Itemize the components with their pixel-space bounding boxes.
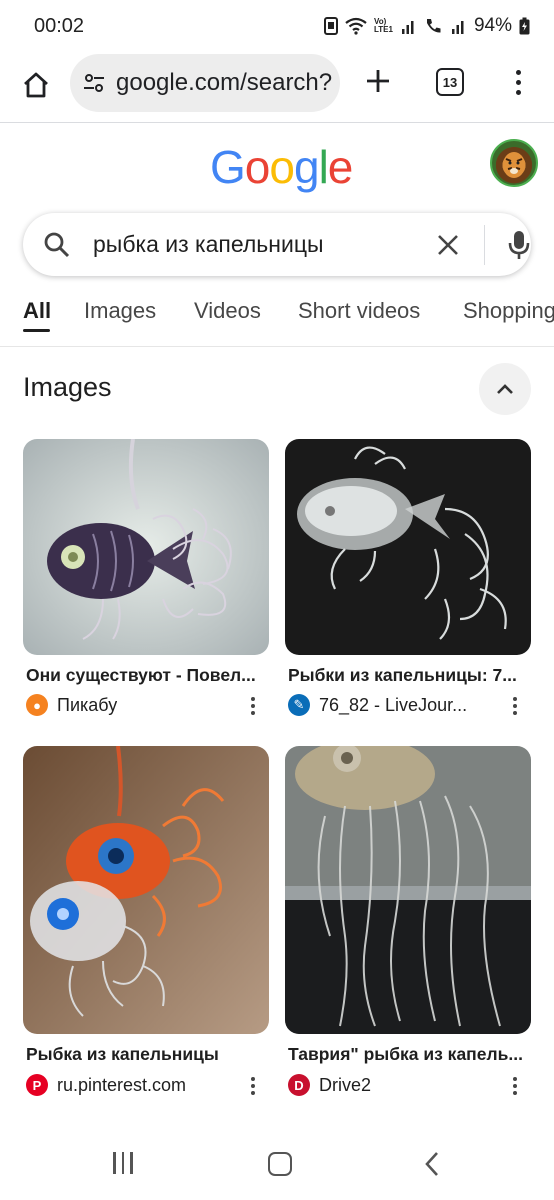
signal-icon-2: [451, 21, 464, 34]
drive2-icon: D: [288, 1074, 310, 1096]
site-settings-icon[interactable]: [82, 71, 106, 95]
address-bar[interactable]: google.com/search?: [70, 54, 340, 112]
more-options-button[interactable]: [505, 1072, 525, 1100]
signal-icon: [401, 21, 414, 34]
recent-apps-button[interactable]: [113, 1152, 137, 1174]
system-navigation-bar: [0, 1130, 554, 1200]
image-result-3[interactable]: Рыбка из капельницы P ru.pinterest.com: [23, 746, 269, 1096]
tab-count: 13: [442, 74, 458, 90]
url-text[interactable]: google.com/search?: [116, 69, 332, 97]
source-name: Пикабу: [57, 694, 118, 715]
source-name: Drive2: [319, 1074, 372, 1095]
logo-letter: o: [269, 141, 295, 193]
back-icon[interactable]: [424, 1150, 440, 1178]
image-result-1[interactable]: Они существуют - Повел... ● Пикабу: [23, 439, 269, 716]
tiger-avatar-image: [503, 152, 525, 178]
network-label: Vo) LTE1: [373, 17, 393, 34]
tab-switcher-button[interactable]: 13: [436, 68, 464, 96]
logo-letter: e: [327, 141, 354, 193]
image-thumbnail[interactable]: [285, 746, 531, 1034]
account-avatar[interactable]: [490, 139, 538, 187]
search-box: [23, 213, 531, 276]
logo-letter: g: [293, 141, 320, 193]
more-options-button[interactable]: [243, 692, 263, 720]
logo-letter: o: [244, 141, 271, 193]
status-bar: 00:02 Vo) LTE1 94%: [0, 0, 554, 52]
voice-search-button[interactable]: [503, 228, 535, 262]
browser-menu-button[interactable]: [506, 64, 530, 100]
pikabu-icon: ●: [26, 694, 48, 716]
collapse-images-button[interactable]: [479, 363, 531, 415]
more-options-button[interactable]: [505, 692, 525, 720]
close-icon: [438, 235, 458, 255]
home-icon: [24, 72, 48, 98]
tab-short-videos[interactable]: Short videos: [298, 298, 420, 324]
browser-toolbar: google.com/search? 13: [0, 52, 554, 122]
system-home-button[interactable]: [268, 1152, 292, 1176]
tab-videos[interactable]: Videos: [194, 298, 261, 324]
fish-photo-image: [23, 746, 269, 1034]
google-logo[interactable]: Google: [210, 140, 354, 193]
microphone-icon: [508, 231, 530, 259]
logo-letter: l: [318, 141, 329, 193]
image-thumbnail[interactable]: [23, 746, 269, 1034]
battery-icon: [519, 17, 530, 35]
result-title[interactable]: Таврия" рыбка из капель...: [288, 1044, 526, 1065]
plus-icon: [367, 70, 389, 92]
result-source[interactable]: D Drive2: [288, 1074, 371, 1096]
notification-icon: [323, 17, 338, 35]
chevron-up-icon: [497, 384, 513, 394]
status-time: 00:02: [34, 14, 85, 37]
image-thumbnail[interactable]: [285, 439, 531, 655]
search-tabs: All Images Videos Short videos Shopping: [0, 290, 554, 346]
active-tab-indicator: [23, 329, 50, 332]
tab-shopping[interactable]: Shopping: [463, 298, 554, 324]
source-name: ru.pinterest.com: [57, 1074, 187, 1095]
fish-photo-image: [285, 746, 531, 1034]
image-result-2[interactable]: Рыбки из капельницы: 7... ✎ 76_82 - Live…: [285, 439, 531, 716]
images-section-title: Images: [23, 372, 112, 402]
result-title[interactable]: Рыбки из капельницы: 7...: [288, 665, 526, 686]
result-title[interactable]: Они существуют - Повел...: [26, 665, 264, 686]
search-box-divider: [484, 225, 485, 265]
tab-images[interactable]: Images: [84, 298, 156, 324]
battery-level: 94%: [473, 15, 512, 36]
fish-photo-image: [285, 439, 531, 655]
result-source[interactable]: ● Пикабу: [26, 694, 117, 716]
toolbar-divider: [0, 122, 554, 123]
tabs-divider: [0, 346, 554, 347]
pinterest-icon: P: [26, 1074, 48, 1096]
image-result-4[interactable]: Таврия" рыбка из капель... D Drive2: [285, 746, 531, 1096]
status-icons: Vo) LTE1 94%: [323, 15, 530, 37]
result-source[interactable]: P ru.pinterest.com: [26, 1074, 186, 1096]
result-title[interactable]: Рыбка из капельницы: [26, 1044, 264, 1065]
logo-letter: G: [210, 141, 246, 193]
new-tab-button[interactable]: [360, 63, 396, 99]
more-options-button[interactable]: [243, 1072, 263, 1100]
source-name: 76_82 - LiveJour...: [319, 694, 468, 715]
image-thumbnail[interactable]: [23, 439, 269, 655]
clear-search-button[interactable]: [433, 230, 463, 260]
search-icon[interactable]: [43, 231, 71, 259]
fish-photo-image: [23, 439, 269, 655]
home-button[interactable]: [16, 65, 56, 105]
wifi-call-icon: [426, 19, 441, 33]
livejournal-icon: ✎: [288, 694, 310, 716]
search-input[interactable]: [93, 227, 413, 261]
wifi-icon: [345, 17, 367, 35]
result-source[interactable]: ✎ 76_82 - LiveJour...: [288, 694, 467, 716]
tab-all[interactable]: All: [23, 298, 51, 324]
